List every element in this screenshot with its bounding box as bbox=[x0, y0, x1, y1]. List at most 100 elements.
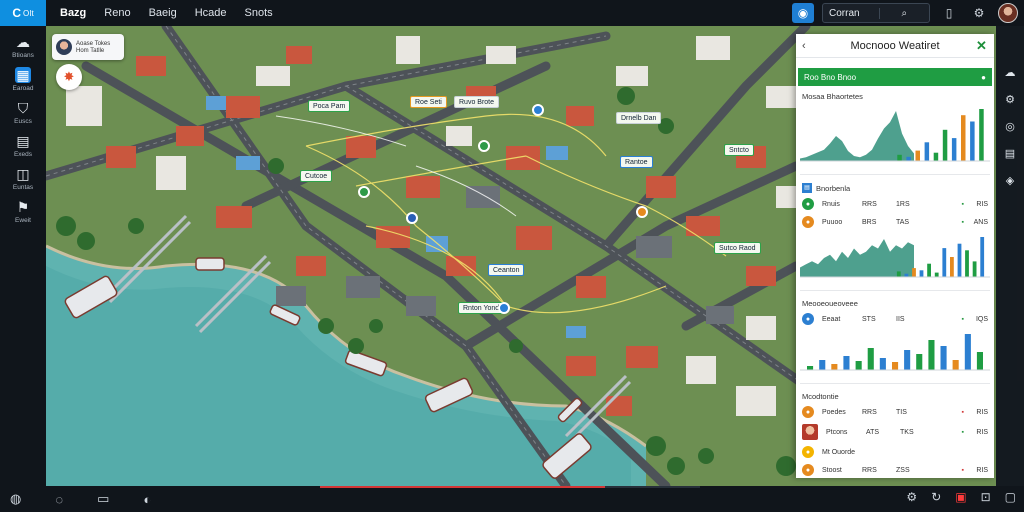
stat-change: ▪ bbox=[961, 218, 964, 226]
stat-row[interactable]: ● Mt Ouorde bbox=[796, 443, 994, 461]
map-label[interactable]: Ceanton bbox=[488, 264, 525, 276]
cloud-icon[interactable]: ☁ bbox=[1005, 66, 1016, 79]
sidebar-item-grid[interactable]: ▦ Earoad bbox=[3, 67, 43, 92]
stat-value: IIS bbox=[896, 315, 905, 323]
settings-icon[interactable]: ⚙ bbox=[968, 3, 990, 23]
chart-bar bbox=[897, 154, 902, 161]
tab-icon: ▤ bbox=[802, 183, 812, 193]
location-pin[interactable] bbox=[532, 104, 544, 116]
chart-bar bbox=[896, 271, 901, 277]
map-label[interactable]: Sntcto bbox=[724, 144, 754, 156]
person-avatar bbox=[802, 424, 818, 440]
globe-icon[interactable]: ◎ bbox=[1005, 120, 1015, 133]
grid-icon: ▦ bbox=[15, 67, 31, 83]
chart-bar bbox=[980, 237, 985, 277]
stat-change: ▪ bbox=[961, 315, 964, 323]
layers-icon[interactable]: ▤ bbox=[1005, 147, 1015, 160]
logo-icon: C bbox=[12, 6, 21, 20]
progress-bar bbox=[320, 486, 700, 488]
map-label[interactable]: Drnelb Dan bbox=[616, 112, 662, 124]
refresh-icon[interactable]: ↻ bbox=[931, 490, 941, 504]
stat-value: BRS bbox=[862, 218, 877, 226]
camera-icon[interactable]: ◉ bbox=[792, 3, 814, 23]
stat-name: Poedes bbox=[822, 408, 846, 416]
map-label[interactable]: Roe Seti bbox=[410, 96, 447, 108]
sidebar-item-shield[interactable]: ⛉ Euscs bbox=[3, 100, 43, 125]
chart-1-canvas bbox=[800, 109, 990, 162]
location-pin[interactable] bbox=[406, 212, 418, 224]
settings-icon[interactable]: ⚙ bbox=[906, 490, 917, 504]
window-icon[interactable]: ▢ bbox=[1005, 490, 1016, 504]
stat-row[interactable]: ● Poedes RRS TIS ▪ RIS bbox=[796, 403, 994, 421]
search-icon[interactable]: ⌕ bbox=[878, 7, 930, 19]
chart-3-canvas bbox=[800, 334, 990, 371]
app-logo[interactable]: C OIt bbox=[0, 0, 46, 26]
chart-bar bbox=[904, 350, 911, 370]
top-bar: C OIt Bazg Reno Baeig Hcade Snots ◉ Corr… bbox=[0, 0, 1024, 26]
stat-value: IQS bbox=[975, 315, 988, 323]
stat-row[interactable]: ● Rnuis RRS 1RS ▪ RIS bbox=[796, 195, 994, 213]
stat-row[interactable]: ● Eeaat STS IIS ▪ IQS bbox=[796, 310, 994, 328]
map-label[interactable]: Rantoe bbox=[620, 156, 653, 168]
chart-bar bbox=[965, 250, 969, 277]
sidebar-item-layers[interactable]: ◫ Euntas bbox=[3, 166, 43, 191]
chart-bar bbox=[934, 272, 939, 277]
shield-icon: ⛉ bbox=[17, 100, 29, 116]
document-icon: ▤ bbox=[16, 133, 30, 149]
close-icon[interactable]: ✕ bbox=[976, 38, 988, 54]
map-label[interactable]: Cutcoe bbox=[300, 170, 333, 182]
stat-value: RIS bbox=[976, 428, 988, 436]
pin-icon[interactable]: ◈ bbox=[1006, 174, 1014, 187]
location-pin[interactable] bbox=[478, 140, 490, 152]
folder-icon[interactable]: ▭ bbox=[97, 491, 109, 507]
stat-row[interactable]: ● Puuoo BRS TAS ▪ ANS bbox=[796, 213, 994, 231]
chart-bar bbox=[906, 156, 911, 161]
chart-bar bbox=[957, 243, 962, 277]
stat-row[interactable]: Ptcons ATS TKS ▪ RIS bbox=[796, 421, 994, 443]
top-right-controls: ◉ Corran ⌕ ▯ ⚙ bbox=[792, 2, 1018, 24]
alert-button[interactable]: ✸ bbox=[56, 64, 82, 90]
map-label[interactable]: Sutco Raod bbox=[714, 242, 761, 254]
back-icon[interactable]: ‹ bbox=[802, 40, 814, 52]
location-pin[interactable] bbox=[636, 206, 648, 218]
sidebar-item-label: Euntas bbox=[12, 184, 34, 191]
menu-item[interactable]: Bazg bbox=[60, 7, 86, 19]
banner-text: Roo Bno Bnoo bbox=[804, 72, 857, 82]
stat-change: ▪ bbox=[961, 428, 964, 436]
user-avatar[interactable] bbox=[998, 3, 1018, 23]
status-icon[interactable]: ◐ bbox=[143, 492, 151, 507]
globe-icon[interactable]: ◍ bbox=[10, 491, 21, 507]
location-pin[interactable] bbox=[358, 186, 370, 198]
stat-row[interactable]: ● Stoost RRS ZSS ▪ RIS bbox=[796, 461, 994, 478]
sidebar-item-cloud[interactable]: ☁ Btioans bbox=[3, 34, 43, 59]
camera-icon[interactable]: ⊡ bbox=[981, 490, 991, 504]
stat-name: Eeaat bbox=[822, 315, 841, 323]
chat-icon[interactable]: ◌ bbox=[55, 492, 63, 507]
divider bbox=[800, 383, 990, 384]
stat-value: ATS bbox=[866, 428, 880, 436]
chart-bar bbox=[807, 366, 814, 370]
sidebar-item-document[interactable]: ▤ Exeds bbox=[3, 133, 43, 158]
location-pin[interactable] bbox=[498, 302, 510, 314]
stat-value: ANS bbox=[973, 218, 988, 226]
tab-header[interactable]: ▤ Bnorbenla bbox=[796, 177, 994, 195]
status-icon: ● bbox=[802, 198, 814, 210]
chart-bar bbox=[927, 263, 931, 277]
panel-title: Mocnooo Weatiret bbox=[850, 39, 940, 52]
stat-name: Puuoo bbox=[822, 218, 843, 226]
record-icon[interactable]: ▣ bbox=[955, 490, 966, 504]
map-label[interactable]: Poca Pam bbox=[308, 100, 351, 112]
menu-item[interactable]: Snots bbox=[245, 7, 273, 19]
panel-banner[interactable]: Roo Bno Bnoo ● bbox=[798, 68, 992, 86]
main-menu: Bazg Reno Baeig Hcade Snots bbox=[60, 7, 273, 19]
chart-bar bbox=[933, 152, 939, 161]
notification-card[interactable]: Aoase Tokes Hom Tatlle bbox=[52, 34, 124, 60]
menu-item[interactable]: Reno bbox=[104, 7, 130, 19]
map-label[interactable]: Ruvo Brote bbox=[454, 96, 500, 108]
menu-item[interactable]: Baeig bbox=[149, 7, 177, 19]
settings-icon[interactable]: ⚙ bbox=[1005, 93, 1015, 106]
layers-icon[interactable]: ▯ bbox=[938, 3, 960, 23]
sidebar-item-flag[interactable]: ⚑ Eweit bbox=[3, 199, 43, 224]
menu-item[interactable]: Hcade bbox=[195, 7, 227, 19]
search-input[interactable]: Corran ⌕ bbox=[822, 3, 930, 23]
